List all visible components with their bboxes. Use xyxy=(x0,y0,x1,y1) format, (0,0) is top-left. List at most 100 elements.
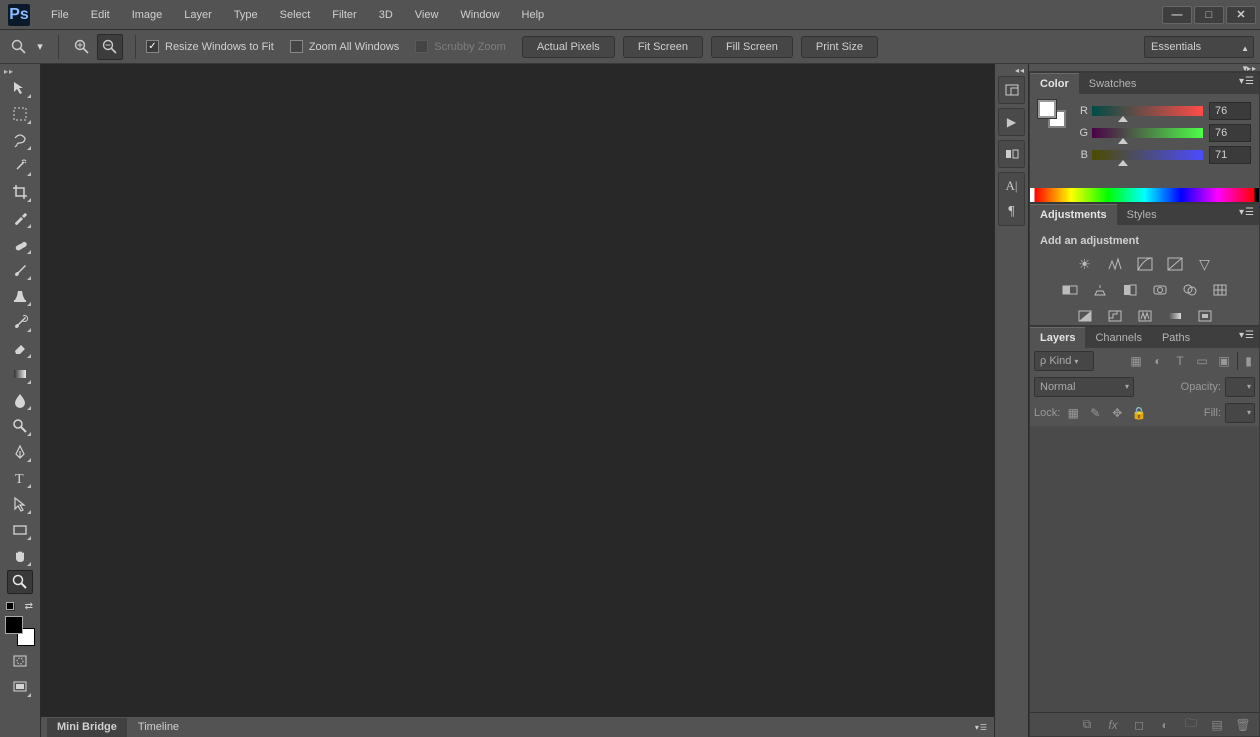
properties-panel-icon[interactable] xyxy=(999,141,1024,167)
zoom-out-icon[interactable] xyxy=(97,34,123,60)
layer-style-icon[interactable]: fx xyxy=(1105,717,1121,733)
foreground-background-swatch[interactable] xyxy=(5,616,35,646)
foreground-color-swatch[interactable] xyxy=(5,616,23,634)
paths-tab[interactable]: Paths xyxy=(1152,328,1200,348)
path-selection-tool[interactable] xyxy=(7,492,33,516)
color-ramp[interactable] xyxy=(1030,188,1259,202)
lock-transparency-icon[interactable]: ▦ xyxy=(1064,404,1082,422)
filter-type-icon[interactable]: T xyxy=(1171,352,1189,370)
lock-image-icon[interactable]: ✎ xyxy=(1086,404,1104,422)
eraser-tool[interactable] xyxy=(7,336,33,360)
pen-tool[interactable] xyxy=(7,440,33,464)
opacity-input[interactable]: ▾ xyxy=(1225,377,1255,397)
new-adjustment-layer-icon[interactable]: ◐ xyxy=(1157,717,1173,733)
menu-help[interactable]: Help xyxy=(511,0,556,30)
fill-input[interactable]: ▾ xyxy=(1225,403,1255,423)
layer-mask-icon[interactable]: ◻ xyxy=(1131,717,1147,733)
menu-3d[interactable]: 3D xyxy=(368,0,404,30)
channels-tab[interactable]: Channels xyxy=(1085,328,1151,348)
layers-panel-menu-icon[interactable]: ▾☰ xyxy=(1239,330,1255,341)
lock-all-icon[interactable]: 🔒 xyxy=(1130,404,1148,422)
posterize-icon[interactable] xyxy=(1105,307,1125,325)
menu-edit[interactable]: Edit xyxy=(80,0,121,30)
hand-tool[interactable] xyxy=(7,544,33,568)
g-slider[interactable] xyxy=(1092,128,1203,138)
levels-icon[interactable] xyxy=(1105,255,1125,273)
default-colors-icon[interactable] xyxy=(6,602,15,611)
b-slider[interactable] xyxy=(1092,150,1203,160)
r-slider[interactable] xyxy=(1092,106,1203,116)
color-tab[interactable]: Color xyxy=(1030,73,1079,94)
link-layers-icon[interactable]: ⧉ xyxy=(1079,717,1095,733)
move-tool[interactable] xyxy=(7,76,33,100)
layer-filter-kind-dropdown[interactable]: ρ Kind ▾ xyxy=(1034,351,1094,371)
blend-mode-dropdown[interactable]: Normal▾ xyxy=(1034,377,1134,397)
photo-filter-icon[interactable] xyxy=(1150,281,1170,299)
black-white-icon[interactable] xyxy=(1120,281,1140,299)
blur-tool[interactable] xyxy=(7,388,33,412)
curves-icon[interactable] xyxy=(1135,255,1155,273)
threshold-icon[interactable] xyxy=(1135,307,1155,325)
paragraph-panel-icon[interactable]: ¶ xyxy=(999,199,1024,225)
menu-image[interactable]: Image xyxy=(121,0,174,30)
minimize-button[interactable]: — xyxy=(1162,6,1192,24)
zoom-all-checkbox[interactable]: Zoom All Windows xyxy=(290,40,399,53)
rectangle-tool[interactable] xyxy=(7,518,33,542)
mini-bridge-tab[interactable]: Mini Bridge xyxy=(47,718,127,737)
lasso-tool[interactable] xyxy=(7,128,33,152)
b-value-input[interactable]: 71 xyxy=(1209,146,1251,164)
actual-pixels-button[interactable]: Actual Pixels xyxy=(522,36,615,58)
fill-screen-button[interactable]: Fill Screen xyxy=(711,36,793,58)
dodge-tool[interactable] xyxy=(7,414,33,438)
color-panel-menu-icon[interactable]: ▾☰ xyxy=(1239,76,1255,87)
canvas[interactable] xyxy=(41,64,994,716)
vibrance-icon[interactable]: ▽ xyxy=(1195,255,1215,273)
actions-panel-icon[interactable]: ▶ xyxy=(999,109,1024,135)
hue-saturation-icon[interactable] xyxy=(1060,281,1080,299)
marquee-tool[interactable] xyxy=(7,102,33,126)
layers-list[interactable] xyxy=(1030,426,1259,712)
menu-file[interactable]: File xyxy=(40,0,80,30)
filter-smart-icon[interactable]: ▣ xyxy=(1215,352,1233,370)
clone-stamp-tool[interactable] xyxy=(7,284,33,308)
zoom-in-icon[interactable] xyxy=(69,34,95,60)
tools-collapse-icon[interactable]: ▸▸ xyxy=(0,67,40,75)
close-button[interactable]: ✕ xyxy=(1226,6,1256,24)
g-value-input[interactable]: 76 xyxy=(1209,124,1251,142)
color-swatch-pair[interactable] xyxy=(1038,100,1066,128)
type-tool[interactable]: T xyxy=(7,466,33,490)
layers-tab[interactable]: Layers xyxy=(1030,327,1085,348)
tool-preset-icon[interactable] xyxy=(6,34,32,60)
menu-type[interactable]: Type xyxy=(223,0,269,30)
panels-collapse-icon[interactable]: ▸▸ xyxy=(1029,64,1260,72)
quick-mask-tool[interactable] xyxy=(7,649,33,673)
character-panel-icon[interactable]: A| xyxy=(999,173,1024,199)
crop-tool[interactable] xyxy=(7,180,33,204)
delete-layer-icon[interactable]: 🗑 xyxy=(1235,717,1251,733)
workspace-dropdown[interactable]: Essentials ▲▼ xyxy=(1144,36,1254,58)
healing-brush-tool[interactable] xyxy=(7,232,33,256)
timeline-tab[interactable]: Timeline xyxy=(128,718,189,737)
menu-select[interactable]: Select xyxy=(269,0,322,30)
color-lookup-icon[interactable] xyxy=(1210,281,1230,299)
screen-mode-tool[interactable] xyxy=(7,675,33,699)
filter-toggle-icon[interactable]: ▮ xyxy=(1237,352,1255,370)
brightness-contrast-icon[interactable]: ☀ xyxy=(1075,255,1095,273)
menu-filter[interactable]: Filter xyxy=(321,0,367,30)
adjustments-tab[interactable]: Adjustments xyxy=(1030,204,1117,225)
exposure-icon[interactable] xyxy=(1165,255,1185,273)
fit-screen-button[interactable]: Fit Screen xyxy=(623,36,703,58)
selective-color-icon[interactable] xyxy=(1195,307,1215,325)
zoom-tool[interactable] xyxy=(7,570,33,594)
adjustments-panel-menu-icon[interactable]: ▾☰ xyxy=(1239,207,1255,218)
magic-wand-tool[interactable] xyxy=(7,154,33,178)
brush-tool[interactable] xyxy=(7,258,33,282)
menu-window[interactable]: Window xyxy=(449,0,510,30)
new-layer-icon[interactable]: ▤ xyxy=(1209,717,1225,733)
filter-pixel-icon[interactable]: ▦ xyxy=(1127,352,1145,370)
history-panel-icon[interactable] xyxy=(999,77,1024,103)
gradient-map-icon[interactable] xyxy=(1165,307,1185,325)
eyedropper-tool[interactable] xyxy=(7,206,33,230)
bottom-panel-menu-icon[interactable]: ▾☰ xyxy=(975,723,994,732)
gradient-tool[interactable] xyxy=(7,362,33,386)
